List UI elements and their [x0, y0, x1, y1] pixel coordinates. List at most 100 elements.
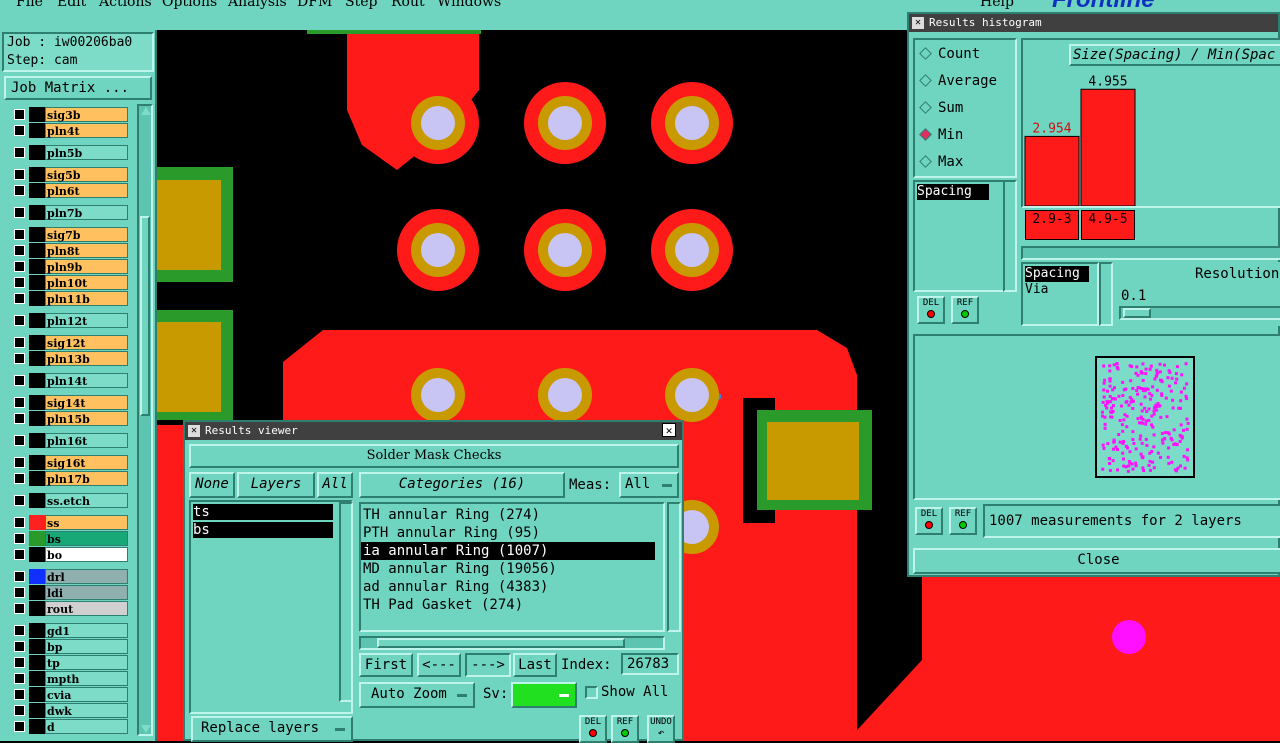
layer-name[interactable]: pln14t: [45, 373, 128, 388]
menu-windows[interactable]: Windows: [437, 0, 501, 10]
undo-button[interactable]: UNDO ↶: [647, 715, 675, 743]
layer-color-swatch[interactable]: [29, 313, 45, 328]
histogram-bar[interactable]: [1080, 88, 1136, 206]
menu-rout[interactable]: Rout: [391, 0, 425, 10]
list-item[interactable]: bs: [193, 522, 333, 538]
last-button[interactable]: Last: [513, 653, 557, 677]
layer-results-list[interactable]: ts bs: [189, 500, 353, 714]
layer-row-pln9b[interactable]: pln9b: [10, 259, 128, 274]
layer-name[interactable]: bo: [45, 547, 128, 562]
menu-edit[interactable]: Edit: [57, 0, 86, 10]
layer-color-swatch[interactable]: [29, 335, 45, 350]
layer-checkbox[interactable]: [14, 641, 25, 652]
radio-average[interactable]: Average: [919, 73, 997, 89]
del-button[interactable]: DEL: [579, 715, 607, 743]
layer-checkbox[interactable]: [14, 125, 25, 136]
resolution-slider[interactable]: [1119, 306, 1280, 320]
layer-color-swatch[interactable]: [29, 471, 45, 486]
layer-checkbox[interactable]: [14, 435, 25, 446]
layer-checkbox[interactable]: [14, 571, 25, 582]
scroll-thumb[interactable]: [140, 216, 150, 416]
category-item[interactable]: MD annular Ring (19056): [361, 560, 663, 578]
layer-checkbox[interactable]: [14, 397, 25, 408]
layer-row-sig3b[interactable]: sig3b: [10, 107, 128, 122]
layer-row-pln12t[interactable]: pln12t: [10, 313, 128, 328]
menu-analysis[interactable]: Analysis: [228, 0, 287, 10]
layer-color-swatch[interactable]: [29, 671, 45, 686]
spacing-list[interactable]: Spacing: [913, 180, 1005, 292]
layer-color-swatch[interactable]: [29, 411, 45, 426]
all-layers-button[interactable]: All: [317, 472, 353, 498]
layer-checkbox[interactable]: [14, 495, 25, 506]
layer-row-drl[interactable]: drl: [10, 569, 128, 584]
show-all-checkbox[interactable]: [585, 686, 598, 699]
layer-color-swatch[interactable]: [29, 183, 45, 198]
layer-name[interactable]: pln17b: [45, 471, 128, 486]
layer-color-swatch[interactable]: [29, 291, 45, 306]
layer-checkbox[interactable]: [14, 245, 25, 256]
prev-button[interactable]: <---: [417, 653, 461, 677]
layer-checkbox[interactable]: [14, 185, 25, 196]
none-button[interactable]: None: [189, 472, 235, 498]
layer-list[interactable]: sig3b pln4t pln5b sig5b pln6t pln7b sig7b pln8t…: [4, 104, 130, 736]
layer-checkbox[interactable]: [14, 109, 25, 120]
layer-name[interactable]: rout: [45, 601, 128, 616]
list-item[interactable]: ts: [193, 504, 333, 520]
layer-row-pln5b[interactable]: pln5b: [10, 145, 128, 160]
layer-color-swatch[interactable]: [29, 433, 45, 448]
layer-name[interactable]: gd1: [45, 623, 128, 638]
types-scrollbar[interactable]: [1099, 262, 1113, 326]
layer-name[interactable]: sig14t: [45, 395, 128, 410]
layer-color-swatch[interactable]: [29, 585, 45, 600]
layer-color-swatch[interactable]: [29, 455, 45, 470]
scroll-down-arrow-icon[interactable]: [141, 725, 151, 733]
layer-color-swatch[interactable]: [29, 227, 45, 242]
layer-name[interactable]: sig5b: [45, 167, 128, 182]
layer-name[interactable]: pln6t: [45, 183, 128, 198]
layer-row-dwk[interactable]: dwk: [10, 703, 128, 718]
layer-name[interactable]: pln16t: [45, 433, 128, 448]
hist-ref-button[interactable]: REF: [951, 296, 979, 324]
layer-checkbox[interactable]: [14, 625, 25, 636]
category-scrollbar[interactable]: [667, 502, 681, 632]
layer-color-swatch[interactable]: [29, 687, 45, 702]
category-item[interactable]: TH annular Ring (274): [361, 506, 663, 524]
layer-checkbox[interactable]: [14, 721, 25, 732]
layer-checkbox[interactable]: [14, 603, 25, 614]
layer-checkbox[interactable]: [14, 457, 25, 468]
index-input[interactable]: 26783: [621, 653, 679, 675]
layer-checkbox[interactable]: [14, 689, 25, 700]
layer-checkbox[interactable]: [14, 293, 25, 304]
layer-name[interactable]: cvia: [45, 687, 128, 702]
board-thumbnail[interactable]: [1095, 356, 1195, 478]
layer-color-swatch[interactable]: [29, 515, 45, 530]
layer-checkbox[interactable]: [14, 533, 25, 544]
layer-row-sig5b[interactable]: sig5b: [10, 167, 128, 182]
layer-row-pln11b[interactable]: pln11b: [10, 291, 128, 306]
layer-checkbox[interactable]: [14, 207, 25, 218]
layer-color-swatch[interactable]: [29, 531, 45, 546]
layer-checkbox[interactable]: [14, 549, 25, 560]
meas-dropdown[interactable]: All: [619, 472, 679, 498]
layer-color-swatch[interactable]: [29, 351, 45, 366]
hscroll-thumb[interactable]: [377, 638, 625, 648]
layer-color-swatch[interactable]: [29, 547, 45, 562]
layer-scrollbar[interactable]: [137, 104, 153, 736]
layer-row-pln7b[interactable]: pln7b: [10, 205, 128, 220]
layer-color-swatch[interactable]: [29, 275, 45, 290]
layer-row-pln14t[interactable]: pln14t: [10, 373, 128, 388]
close-icon[interactable]: ✕: [662, 423, 676, 437]
layer-name[interactable]: pln12t: [45, 313, 128, 328]
layer-checkbox[interactable]: [14, 261, 25, 272]
menu-step[interactable]: Step: [345, 0, 377, 10]
spacing-scrollbar[interactable]: [1003, 180, 1017, 292]
layer-checkbox[interactable]: [14, 147, 25, 158]
layer-color-swatch[interactable]: [29, 719, 45, 734]
layer-checkbox[interactable]: [14, 517, 25, 528]
category-list[interactable]: TH annular Ring (274) PTH annular Ring (…: [359, 502, 665, 632]
layer-color-swatch[interactable]: [29, 205, 45, 220]
menu-options[interactable]: Options: [162, 0, 217, 10]
layer-name[interactable]: ldi: [45, 585, 128, 600]
layer-row-sig14t[interactable]: sig14t: [10, 395, 128, 410]
menu-dfm[interactable]: DFM: [297, 0, 332, 10]
